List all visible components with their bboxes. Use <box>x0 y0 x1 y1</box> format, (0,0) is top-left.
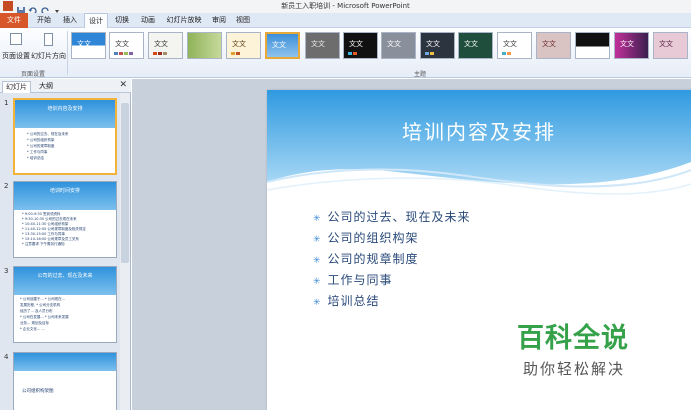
watermark: 百科全说 助你轻松解决 <box>507 310 677 390</box>
page-setup-icon <box>10 33 22 45</box>
bullet-item[interactable]: ✳ 培训总结 <box>313 292 380 309</box>
theme-option[interactable]: 文文 <box>109 32 144 59</box>
panel-scrollbar[interactable] <box>120 93 130 410</box>
tab-file[interactable]: 文件 <box>0 13 28 28</box>
tab-transitions[interactable]: 切换 <box>110 13 134 28</box>
slides-panel: 幻灯片 大纲 ✕ 1 培训内容及安排 * 公司的过去、现在及未来 * 公司的组织… <box>0 79 131 410</box>
bullet-item[interactable]: ✳ 公司的过去、现在及未来 <box>313 208 471 225</box>
theme-option[interactable]: 文文 <box>458 32 493 59</box>
bullet-item[interactable]: ✳ 公司的组织构架 <box>313 229 419 246</box>
powerpoint-window: 新员工入职培训 - Microsoft PowerPoint 文件 开始 插入 … <box>0 0 691 410</box>
scrollbar-thumb[interactable] <box>121 103 129 263</box>
bullet-item[interactable]: ✳ 工作与同事 <box>313 271 393 288</box>
group-separator <box>67 31 68 75</box>
theme-option[interactable]: 文文 <box>420 32 455 59</box>
tab-outline[interactable]: 大纲 <box>36 81 56 93</box>
theme-option[interactable]: 文文 <box>536 32 571 59</box>
tab-design[interactable]: 设计 <box>84 13 108 29</box>
watermark-logo-text: 百科全说 <box>517 323 629 354</box>
window-title: 新员工入职培训 - Microsoft PowerPoint <box>281 2 410 10</box>
theme-option[interactable]: 文文 <box>226 32 261 59</box>
theme-option[interactable]: 文文 <box>71 32 106 59</box>
theme-option[interactable]: 文文 <box>653 32 688 59</box>
slide-thumbnail[interactable]: 公司组织构架图 <box>13 352 117 410</box>
theme-option[interactable]: 文文 <box>381 32 416 59</box>
slide-thumbnail[interactable]: 培训时间安排 * 9:00-9:30 签到领资料 * 9:30-10:30 公司… <box>13 181 117 258</box>
tab-insert[interactable]: 插入 <box>58 13 82 28</box>
tab-animations[interactable]: 动画 <box>136 13 160 28</box>
tab-slideshow[interactable]: 幻灯片放映 <box>162 13 206 28</box>
thumbnail-number: 1 <box>4 99 9 107</box>
theme-option[interactable]: 文文 <box>497 32 532 59</box>
ribbon-tab-bar: 文件 开始 插入 设计 切换 动画 幻灯片放映 审阅 视图 <box>0 13 691 29</box>
slide-orientation-icon <box>43 33 53 46</box>
tab-slides[interactable]: 幻灯片 <box>2 81 31 93</box>
tab-view[interactable]: 视图 <box>232 13 254 28</box>
slide-thumbnail[interactable]: 培训内容及安排 * 公司的过去、现在及未来 * 公司的组织构架 * 公司的规章制… <box>13 98 117 175</box>
slide-title[interactable]: 培训内容及安排 <box>267 116 691 145</box>
page-setup-group-label: 页面设置 <box>20 71 45 78</box>
title-bar: 新员工入职培训 - Microsoft PowerPoint <box>0 0 691 15</box>
tab-review[interactable]: 审阅 <box>208 13 230 28</box>
theme-option[interactable]: 文文 <box>148 32 183 59</box>
tab-home[interactable]: 开始 <box>32 13 56 28</box>
slide-thumbnail[interactable]: 公司的过去、现在及未来 * 公司创建于... * 公司现在... 发展历程, *… <box>13 266 117 343</box>
page-setup-button[interactable]: 页面设置 <box>1 31 31 67</box>
ribbon-design: 页面设置 幻灯片方向 页面设置 文文 文文 文文 文文 文文 文文 文文 文文 … <box>0 28 691 78</box>
thumbnail-number: 3 <box>4 267 9 275</box>
theme-option[interactable]: 文文 <box>305 32 340 59</box>
bullet-item[interactable]: ✳ 公司的规章制度 <box>313 250 419 267</box>
theme-option[interactable] <box>575 32 610 59</box>
theme-option[interactable]: 文文 <box>343 32 378 59</box>
panel-tabs: 幻灯片 大纲 ✕ <box>0 79 131 93</box>
theme-option[interactable]: 文文 <box>614 32 649 59</box>
thumbnail-number: 4 <box>4 353 9 361</box>
slide-header-band <box>267 90 691 195</box>
thumbnail-number: 2 <box>4 182 9 190</box>
slide-orientation-button[interactable]: 幻灯片方向 <box>31 31 66 67</box>
theme-option[interactable] <box>187 32 222 59</box>
themes-group-label: 主题 <box>413 71 426 78</box>
theme-option-selected[interactable]: 文文 <box>265 32 300 59</box>
close-icon[interactable]: ✕ <box>119 80 127 90</box>
watermark-slogan: 助你轻松解决 <box>523 360 626 378</box>
